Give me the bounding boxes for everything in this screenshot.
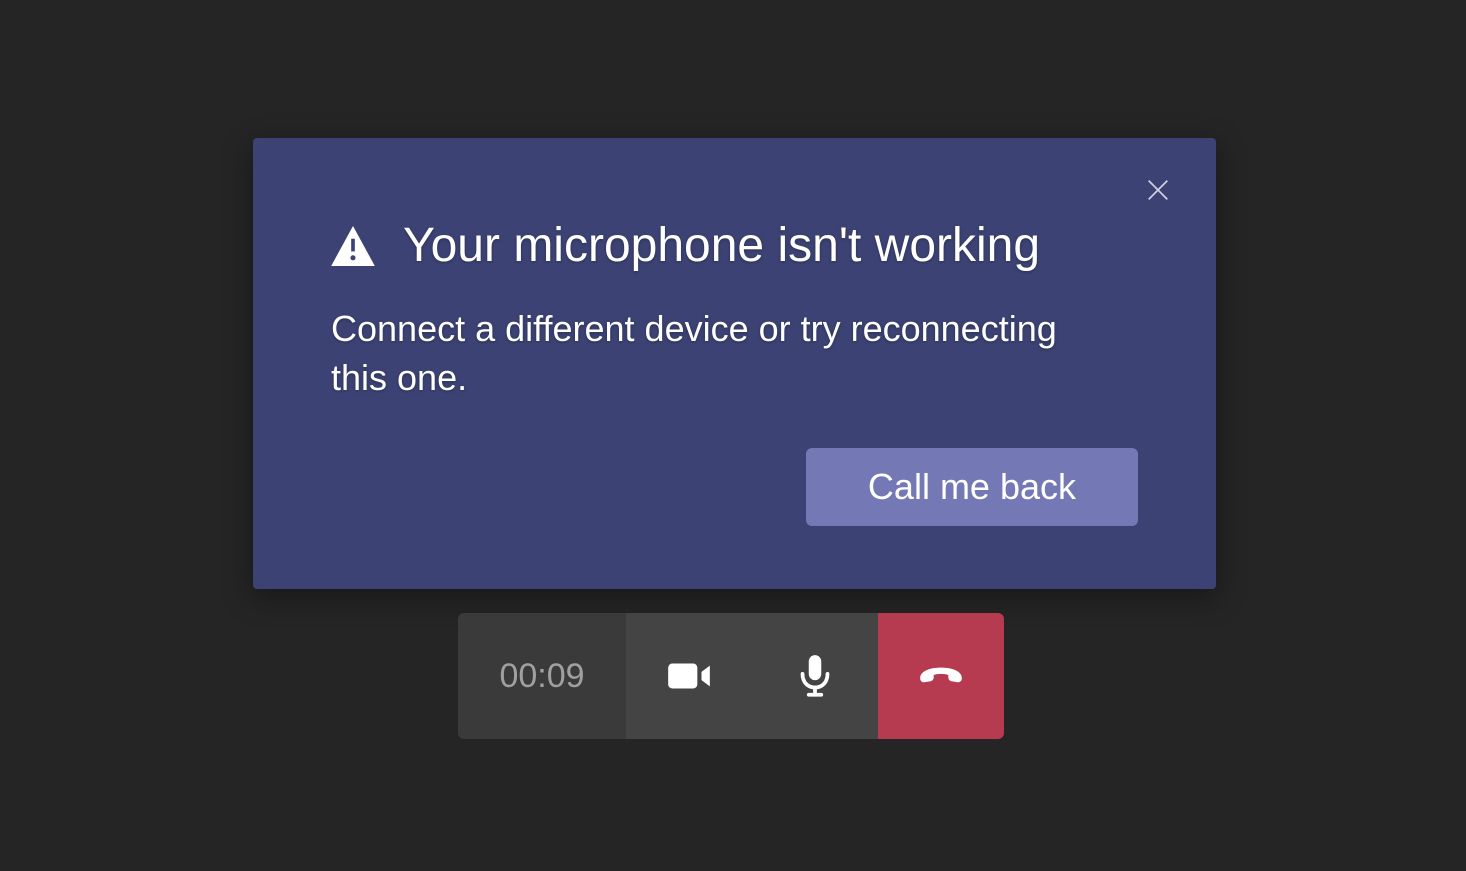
close-button[interactable] bbox=[1138, 170, 1178, 210]
warning-icon bbox=[331, 226, 375, 266]
microphone-toggle-button[interactable] bbox=[752, 613, 878, 739]
hangup-button[interactable] bbox=[878, 613, 1004, 739]
call-controls-bar: 00:09 bbox=[458, 613, 1004, 739]
call-timer: 00:09 bbox=[458, 613, 626, 739]
dialog-body-text: Connect a different device or try reconn… bbox=[331, 305, 1091, 402]
dialog-actions: Call me back bbox=[331, 448, 1138, 526]
dialog-header: Your microphone isn't working bbox=[331, 218, 1138, 273]
call-me-back-button[interactable]: Call me back bbox=[806, 448, 1138, 526]
close-icon bbox=[1144, 176, 1172, 204]
dialog-title: Your microphone isn't working bbox=[403, 218, 1040, 273]
microphone-error-dialog: Your microphone isn't working Connect a … bbox=[253, 138, 1216, 589]
video-toggle-button[interactable] bbox=[626, 613, 752, 739]
video-camera-icon bbox=[664, 651, 714, 701]
phone-hangup-icon bbox=[916, 651, 966, 701]
microphone-icon bbox=[790, 651, 840, 701]
